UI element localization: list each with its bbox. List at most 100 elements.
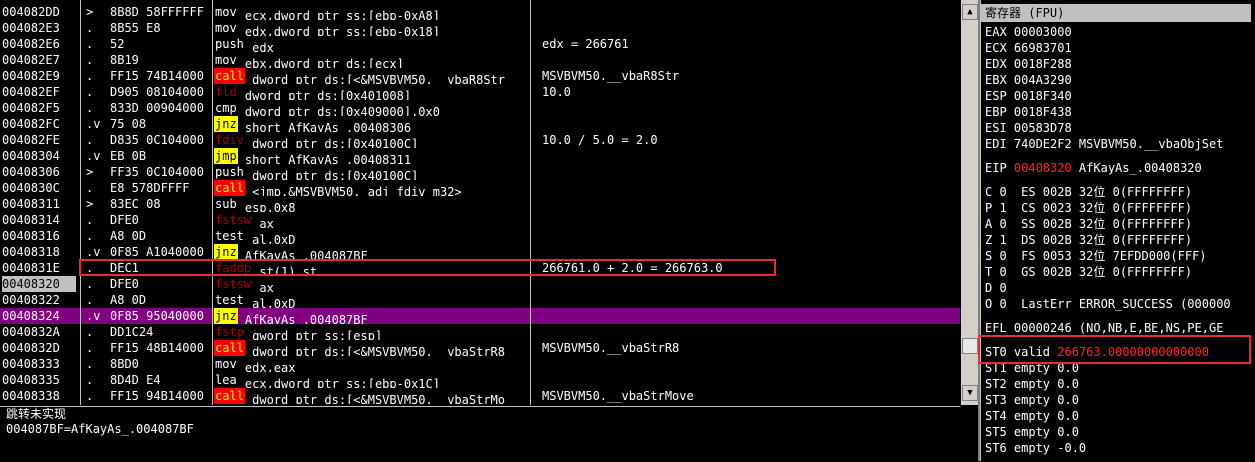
instr-text: mov ebx,dword ptr ds:[ecx] (214, 52, 530, 68)
gp-register-line[interactable]: EAX 00003000 (985, 24, 1072, 40)
fpu-register-line[interactable]: ST5 empty 0.0 (985, 424, 1079, 440)
instr-mnemonic: sub (215, 197, 237, 211)
jump-marker: . (86, 389, 94, 403)
instr-hex: A8 0D (110, 229, 147, 243)
instr-operands: dword ptr ds:[<&MSVBVM50.__vbaR8Str (244, 73, 505, 84)
disasm-row[interactable]: 00408322. A8 0D test al,0xD (0, 292, 960, 308)
instr-text: call <jmp.&MSVBVM50._adj_fdiv_m32> (214, 180, 530, 196)
instr-hex: DFE0 (110, 213, 139, 227)
disasm-row[interactable]: 0040832D. FF15 48B14000 call dword ptr ds:… (0, 340, 960, 356)
disasm-row[interactable]: 00408320. DFE0 fstsw ax (0, 276, 960, 292)
gp-register-line[interactable]: ESP 0018F340 (985, 88, 1072, 104)
disasm-row[interactable]: 004082FC .v 75 08 jnz short AfKayAs_.004083… (0, 116, 960, 132)
eip-label: EIP (985, 161, 1014, 175)
instr-mnemonic: mov (215, 53, 237, 67)
instr-address: 004082FC (2, 117, 60, 131)
flag-segment-line[interactable]: S 0 FS 0053 32位 7EFDD000(FFF) (985, 248, 1207, 264)
disasm-row[interactable]: 00408306 > FF35 0C104000 push dword ptr ds:… (0, 164, 960, 180)
disasm-row[interactable]: 004082E7. 8B19 mov ebx,dword ptr ds:[ecx] (0, 52, 960, 68)
instr-operands: ax (252, 217, 274, 228)
registers-title[interactable]: 寄存器 (FPU) (981, 4, 1251, 22)
disasm-row[interactable]: 0040832A. DD1C24 fstp qword ptr ss:[esp] (0, 324, 960, 340)
instr-operands: AfKayAs_.004087BF (237, 313, 368, 324)
instr-mnemonic: fstp (215, 325, 244, 339)
instr-comment (542, 20, 957, 36)
instr-address: 004082DD (2, 5, 60, 19)
instr-hex: 8BD0 (110, 357, 139, 371)
instr-address: 0040832A (2, 325, 60, 339)
instr-comment (542, 308, 957, 324)
eip-symbol: AfKayAs_.00408320 (1071, 161, 1202, 175)
instr-text: mov ecx,dword ptr ss:[ebp-0xA8] (214, 4, 530, 20)
disasm-row[interactable]: 00408338. FF15 94B14000 call dword ptr ds:… (0, 388, 960, 404)
flag-segment-line[interactable]: A 0 SS 002B 32位 0(FFFFFFFF) (985, 216, 1192, 232)
instr-address: 004082E9 (2, 69, 60, 83)
fpu-register-line[interactable]: ST6 empty -0.0 (985, 440, 1086, 456)
instr-operands: dword ptr ds:[<&MSVBVM50.__vbaStrMo (244, 393, 505, 404)
instr-mnemonic: test (215, 229, 244, 243)
scroll-down-arrow-icon[interactable]: ▼ (962, 385, 978, 401)
disasm-row[interactable]: 004082E3. 8B55 E8 mov edx,dword ptr ss:[eb… (0, 20, 960, 36)
fpu-register-line[interactable]: ST4 empty 0.0 (985, 408, 1079, 424)
instr-text: fdiv dword ptr ds:[0x40100C] (214, 132, 530, 148)
instr-hex: 0F85 95040000 (110, 309, 204, 323)
scroll-thumb[interactable] (962, 338, 978, 354)
disasm-row[interactable]: 0040830C. E8 578DFFFF call <jmp.&MSVBVM50.… (0, 180, 960, 196)
instr-comment: MSVBVM50.__vbaR8Str (542, 69, 680, 83)
flag-segment-line[interactable]: T 0 GS 002B 32位 0(FFFFFFFF) (985, 264, 1192, 280)
instr-text: jnz AfKayAs_.004087BF (214, 308, 530, 324)
flag-segment-line[interactable]: D 0 (985, 280, 1007, 296)
instr-comment (542, 356, 957, 372)
instr-comment (542, 100, 957, 116)
jump-marker: > (86, 5, 94, 19)
flag-segment-line[interactable]: C 0 ES 002B 32位 0(FFFFFFFF) (985, 184, 1192, 200)
instr-operands: short AfKayAs_.00408306 (237, 121, 412, 132)
gp-register-line[interactable]: ESI 00583D78 (985, 120, 1072, 136)
instr-text: mov edx,dword ptr ss:[ebp-0x18] (214, 20, 530, 36)
flag-segment-line[interactable]: P 1 CS 0023 32位 0(FFFFFFFF) (985, 200, 1192, 216)
gp-register-line[interactable]: EDX 0018F288 (985, 56, 1072, 72)
flag-segment-line[interactable]: O 0 LastErr ERROR_SUCCESS (000000 (985, 296, 1231, 312)
disasm-row[interactable]: 00408318 .v 0F85 A1040000 jnz AfKayAs_.0040… (0, 244, 960, 260)
disasm-row[interactable]: 004082FE. D835 0C104000 fdiv dword ptr ds:… (0, 132, 960, 148)
disasm-row[interactable]: 004082F5. 833D 00904000 cmp dword ptr ds:[… (0, 100, 960, 116)
instr-hex: FF15 94B14000 (110, 389, 204, 403)
instr-mnemonic: fstsw (215, 213, 252, 227)
gp-register-line[interactable]: EDI 740DE2F2 MSVBVM50.__vbaObjSet (985, 136, 1223, 152)
instr-operands: <jmp.&MSVBVM50._adj_fdiv_m32> (244, 185, 462, 196)
disasm-row[interactable]: 004082DD >8B8D 58FFFFFF mov ecx,dword ptr … (0, 4, 960, 20)
instr-hex: 8B8D 58FFFFFF (110, 5, 204, 19)
instr-text: call dword ptr ds:[<&MSVBVM50.__vbaR8Str (214, 68, 530, 84)
st0-highlight-box (978, 335, 1251, 364)
disasm-row[interactable]: 00408314. DFE0 fstsw ax (0, 212, 960, 228)
instr-address: 00408316 (2, 229, 60, 243)
disasm-row[interactable]: 00408333. 8BD0 mov edx,eax (0, 356, 960, 372)
flag-segment-line[interactable]: Z 1 DS 002B 32位 0(FFFFFFFF) (985, 232, 1192, 248)
disasm-row[interactable]: 004082E9. FF15 74B14000 call dword ptr ds:… (0, 68, 960, 84)
disassembly-scrollbar[interactable]: ▲ ▼ (961, 0, 978, 405)
instr-comment (542, 372, 957, 388)
gp-register-line[interactable]: ECX 66983701 (985, 40, 1072, 56)
gp-register-line[interactable]: EBX 004A3290 (985, 72, 1072, 88)
column-divider (80, 0, 81, 405)
disasm-row[interactable]: 00408324 .v 0F85 95040000 jnz AfKayAs_.0040… (0, 308, 960, 324)
disassembly-pane[interactable]: 004082DD >8B8D 58FFFFFF mov ecx,dword ptr … (0, 0, 960, 405)
registers-pane[interactable]: 寄存器 (FPU) EAX 00003000 ECX 66983701 EDX 00… (980, 0, 1255, 461)
jump-marker: . (86, 341, 94, 355)
disasm-row[interactable]: 004082E6. 52 push edx edx = 266761 (0, 36, 960, 52)
instr-mnemonic: jmp (214, 148, 238, 164)
fpu-register-line[interactable]: ST2 empty 0.0 (985, 376, 1079, 392)
eip-register-line[interactable]: EIP 00408320 AfKayAs_.00408320 (985, 160, 1202, 176)
eip-value: 00408320 (1013, 161, 1072, 175)
fpu-register-line[interactable]: ST3 empty 0.0 (985, 392, 1079, 408)
scroll-up-arrow-icon[interactable]: ▲ (962, 4, 978, 20)
disasm-row[interactable]: 004082EF. D905 08104000 fld dword ptr ds:[… (0, 84, 960, 100)
efl-register-line[interactable]: EFL 00000246 (NO,NB,E,BE,NS,PE,GE (985, 320, 1223, 336)
instr-text: test al,0xD (214, 292, 530, 308)
disasm-row[interactable]: 00408304 .v EB 0B jmp short AfKayAs_.004083… (0, 148, 960, 164)
info-pane: 跳转未实现 004087BF=AfKayAs_.004087BF (0, 406, 960, 462)
gp-register-line[interactable]: EBP 0018F438 (985, 104, 1072, 120)
disasm-row[interactable]: 00408311 >83EC 08 sub esp,0x8 (0, 196, 960, 212)
disasm-row[interactable]: 00408335. 8D4D E4 lea ecx,dword ptr ss:[eb… (0, 372, 960, 388)
disasm-row[interactable]: 00408316. A8 0D test al,0xD (0, 228, 960, 244)
